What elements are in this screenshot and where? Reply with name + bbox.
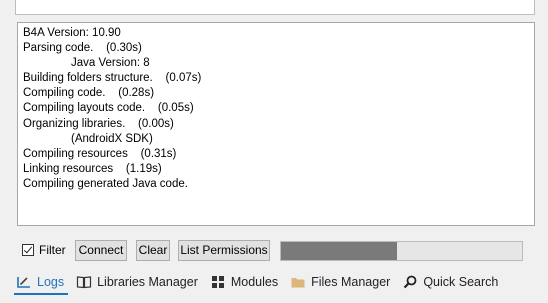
tab-logs[interactable]: Logs bbox=[14, 272, 69, 295]
tab-quick-search[interactable]: Quick Search bbox=[400, 272, 502, 292]
log-line: Java Version: 8 bbox=[71, 57, 150, 70]
checkbox-checked-icon[interactable] bbox=[22, 244, 34, 256]
upper-panel bbox=[15, 0, 535, 15]
tab-label: Quick Search bbox=[423, 275, 499, 289]
log-line: Compiling layouts code. (0.05s) bbox=[23, 102, 194, 115]
log-text: B4A Version: 10.90 Parsing code. (0.30s)… bbox=[18, 23, 213, 223]
log-line: Compiling code. (0.28s) bbox=[23, 87, 155, 100]
log-line: Parsing code. (0.30s) bbox=[23, 42, 142, 55]
progress-fill bbox=[281, 242, 397, 260]
progress-bar bbox=[280, 241, 523, 261]
connect-button[interactable]: Connect bbox=[75, 240, 127, 261]
log-line: Linking resources (1.19s) bbox=[23, 162, 162, 175]
clear-button[interactable]: Clear bbox=[136, 240, 170, 261]
tab-label: Files Manager bbox=[311, 275, 391, 289]
book-icon bbox=[76, 274, 92, 290]
bottom-tabs: Logs Libraries Manager Modules Files Man… bbox=[14, 272, 508, 295]
list-permissions-button[interactable]: List Permissions bbox=[178, 240, 270, 261]
logs-icon bbox=[16, 274, 32, 290]
log-line: B4A Version: 10.90 bbox=[23, 27, 121, 39]
tab-label: Modules bbox=[230, 275, 279, 289]
filter-label: Filter bbox=[39, 243, 66, 257]
log-line: Compiling generated Java code. bbox=[23, 177, 188, 190]
log-line: Organizing libraries. (0.00s) bbox=[23, 117, 174, 130]
log-line: Compiling resources (0.31s) bbox=[23, 147, 177, 160]
log-output[interactable]: B4A Version: 10.90 Parsing code. (0.30s)… bbox=[17, 22, 535, 226]
tab-label: Libraries Manager bbox=[97, 275, 198, 289]
folder-icon bbox=[290, 274, 306, 290]
search-icon bbox=[402, 274, 418, 290]
log-line: (AndroidX SDK) bbox=[71, 132, 153, 145]
tab-files-manager[interactable]: Files Manager bbox=[288, 272, 394, 292]
filter-checkbox[interactable]: Filter bbox=[22, 243, 66, 257]
tab-label: Logs bbox=[37, 275, 65, 289]
tab-modules[interactable]: Modules bbox=[208, 272, 282, 292]
tab-libraries-manager[interactable]: Libraries Manager bbox=[74, 272, 202, 292]
modules-icon bbox=[210, 274, 226, 290]
log-toolbar: Filter Connect Clear List Permissions bbox=[22, 240, 548, 262]
log-line: Building folders structure. (0.07s) bbox=[23, 72, 202, 85]
